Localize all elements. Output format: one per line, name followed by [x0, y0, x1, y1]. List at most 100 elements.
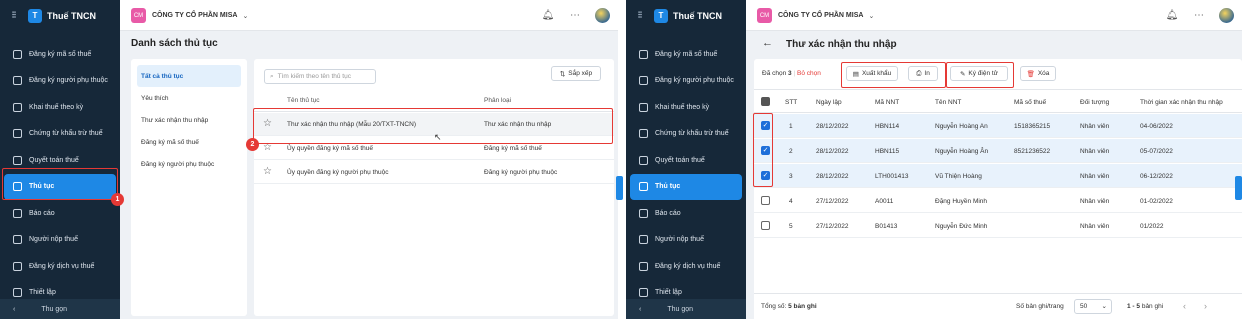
company-name: CÔNG TY CỔ PHẦN MISA	[778, 12, 864, 19]
cell-period: 01/2022	[1140, 223, 1164, 230]
app-grid-icon[interactable]: ⁝⁝⁝	[4, 10, 22, 21]
sidebar-item-label: Báo cáo	[655, 209, 681, 217]
star-icon[interactable]: ☆	[263, 166, 272, 177]
left-screenshot: CM CÔNG TY CỔ PHẦN MISA ⌄ 🔔︎ ⋯ ⁝⁝⁝ T Thu…	[0, 0, 618, 319]
category-panel: Tất cả thủ tục Yêu thích Thư xác nhận th…	[131, 59, 247, 316]
category-income-letter[interactable]: Thư xác nhận thu nhập	[131, 109, 247, 131]
category-favorites[interactable]: Yêu thích	[131, 87, 247, 109]
table-row[interactable]: ✓ 2 28/12/2022 HBN115 Nguyễn Hoàng Ân 85…	[754, 139, 1242, 163]
sidebar-item-label: Khai thuế theo kỳ	[29, 103, 84, 111]
sidebar-item-label: Quyết toán thuế	[655, 156, 705, 164]
sort-label: Sắp xếp	[568, 70, 593, 77]
step-badge-1: 1	[111, 193, 124, 206]
cell-object: Nhân viên	[1080, 198, 1110, 205]
bell-icon[interactable]: 🔔︎	[1165, 9, 1179, 23]
menu-icon	[639, 288, 648, 298]
collapse-button[interactable]: ‹ Thu gọn	[0, 299, 120, 319]
chevron-left-icon: ‹	[639, 305, 642, 313]
sidebar-item-periodic-declaration[interactable]: Khai thuế theo kỳ	[626, 94, 746, 121]
sidebar-item-label: Chứng từ khấu trừ thuế	[655, 130, 729, 138]
company-switcher[interactable]: CM CÔNG TY CỔ PHẦN MISA ⌄	[757, 8, 874, 23]
sidebar-item-register-tax-code[interactable]: Đăng ký mã số thuế	[626, 41, 746, 68]
sort-button[interactable]: ⇅ Sắp xếp	[551, 66, 601, 81]
highlight-box-export-print	[841, 62, 946, 88]
cell-object: Nhân viên	[1080, 173, 1110, 180]
sidebar-item-withholding-certificate[interactable]: Chứng từ khấu trừ thuế	[0, 121, 120, 148]
collapse-label: Thu gọn	[41, 305, 68, 313]
app-grid-icon[interactable]: ⁝⁝⁝	[630, 10, 648, 21]
sidebar-item-reports[interactable]: Báo cáo	[626, 200, 746, 227]
menu-icon	[639, 49, 648, 59]
search-input[interactable]: ⌕ Tìm kiếm theo tên thủ tục	[264, 69, 376, 84]
sidebar-item-reports[interactable]: Báo cáo	[0, 200, 120, 227]
sidebar-item-label: Đăng ký dịch vụ thuế	[29, 262, 95, 270]
menu-icon	[639, 261, 648, 271]
row-checkbox[interactable]	[761, 196, 770, 205]
sidebar-item-register-dependents[interactable]: Đăng ký người phụ thuộc	[626, 68, 746, 95]
cell-date: 28/12/2022	[816, 123, 849, 130]
cell-date: 27/12/2022	[816, 223, 849, 230]
chevron-down-icon: ⌄	[1101, 303, 1107, 310]
menu-icon	[639, 76, 648, 86]
table-row[interactable]: 4 27/12/2022 A0011 Đặng Huyền Minh Nhân …	[754, 189, 1242, 213]
row-checkbox[interactable]	[761, 221, 770, 230]
delete-button[interactable]: 🗑︎ Xóa	[1020, 66, 1056, 81]
cell-tax-code: 8521236522	[1014, 148, 1051, 155]
cell-object: Nhân viên	[1080, 223, 1110, 230]
sidebar-item-register-service[interactable]: Đăng ký dịch vụ thuế	[626, 253, 746, 280]
avatar[interactable]	[1219, 8, 1234, 23]
sidebar-item-taxpayers[interactable]: Người nộp thuế	[0, 227, 120, 254]
sidebar-item-tax-finalization[interactable]: Quyết toán thuế	[626, 147, 746, 174]
range-label: 1 - 5 bản ghi	[1127, 303, 1163, 310]
app-logo-icon: T	[654, 8, 668, 23]
category-dependents[interactable]: Đăng ký người phụ thuộc	[131, 153, 247, 175]
sidebar-item-procedures[interactable]: Thủ tục	[630, 173, 742, 200]
panel-toggle-left[interactable]	[616, 176, 623, 200]
sidebar-item-taxpayers[interactable]: Người nộp thuế	[626, 227, 746, 254]
sidebar-item-withholding-certificate[interactable]: Chứng từ khấu trừ thuế	[626, 121, 746, 148]
chevron-left-icon: ‹	[13, 305, 16, 313]
back-arrow-icon[interactable]: ←	[762, 37, 773, 49]
cell-period: 01-02/2022	[1140, 198, 1173, 205]
avatar[interactable]	[595, 8, 610, 23]
panel-toggle-right[interactable]	[1235, 176, 1242, 200]
next-page-icon[interactable]: ›	[1204, 301, 1207, 311]
collapse-button[interactable]: ‹ Thu gọn	[626, 299, 746, 319]
sidebar-item-label: Thủ tục	[655, 183, 681, 191]
sidebar-item-label: Đăng ký dịch vụ thuế	[655, 262, 721, 270]
per-page-select[interactable]: 50 ⌄	[1074, 299, 1112, 314]
sidebar-item-label: Báo cáo	[29, 209, 55, 217]
cell-period: 04-06/2022	[1140, 123, 1173, 130]
table-row[interactable]: ☆ Ủy quyền đăng ký người phụ thuộc Đăng …	[254, 161, 614, 184]
total-label: Tổng số: 5 bản ghi	[761, 303, 817, 310]
divider: |	[793, 70, 796, 77]
sidebar-item-register-dependents[interactable]: Đăng ký người phụ thuộc	[0, 68, 120, 95]
sidebar-item-register-service[interactable]: Đăng ký dịch vụ thuế	[0, 253, 120, 280]
menu-icon	[13, 208, 22, 218]
total-count: 5 bản ghi	[788, 303, 817, 310]
sidebar-item-register-tax-code[interactable]: Đăng ký mã số thuế	[0, 41, 120, 68]
cell-name: Nguyễn Hoàng Ân	[935, 148, 989, 155]
table-row[interactable]: ✓ 1 28/12/2022 HBN114 Nguyễn Hoàng An 15…	[754, 114, 1242, 138]
table-row[interactable]: ✓ 3 28/12/2022 LTH001413 Vũ Thiện Hoàng …	[754, 164, 1242, 188]
more-icon[interactable]: ⋯	[568, 9, 582, 23]
right-screenshot: CM CÔNG TY CỔ PHẦN MISA ⌄ 🔔︎ ⋯ ⁝⁝⁝ T Thu…	[626, 0, 1242, 319]
cell-date: 27/12/2022	[816, 198, 849, 205]
prev-page-icon[interactable]: ‹	[1183, 301, 1186, 311]
procedure-type: Đăng ký người phụ thuộc	[484, 169, 558, 176]
more-icon[interactable]: ⋯	[1192, 9, 1206, 23]
menu-icon	[13, 235, 22, 245]
category-tax-code[interactable]: Đăng ký mã số thuế	[131, 131, 247, 153]
bell-icon[interactable]: 🔔︎	[541, 9, 555, 23]
sidebar-item-periodic-declaration[interactable]: Khai thuế theo kỳ	[0, 94, 120, 121]
select-all-checkbox[interactable]	[761, 97, 770, 106]
menu-icon	[639, 155, 648, 165]
table-row[interactable]: 5 27/12/2022 B01413 Nguyễn Đức Minh Nhân…	[754, 214, 1242, 238]
category-all[interactable]: Tất cả thủ tục	[137, 65, 241, 87]
cell-stt: 2	[789, 148, 793, 155]
column-header-period: Thời gian xác nhận thu nhập	[1140, 99, 1223, 106]
cell-name: Vũ Thiện Hoàng	[935, 173, 982, 180]
page-title: Thư xác nhận thu nhập	[786, 39, 897, 50]
deselect-link[interactable]: Bỏ chọn	[797, 70, 821, 77]
company-switcher[interactable]: CM CÔNG TY CỔ PHẦN MISA ⌄	[131, 8, 248, 23]
